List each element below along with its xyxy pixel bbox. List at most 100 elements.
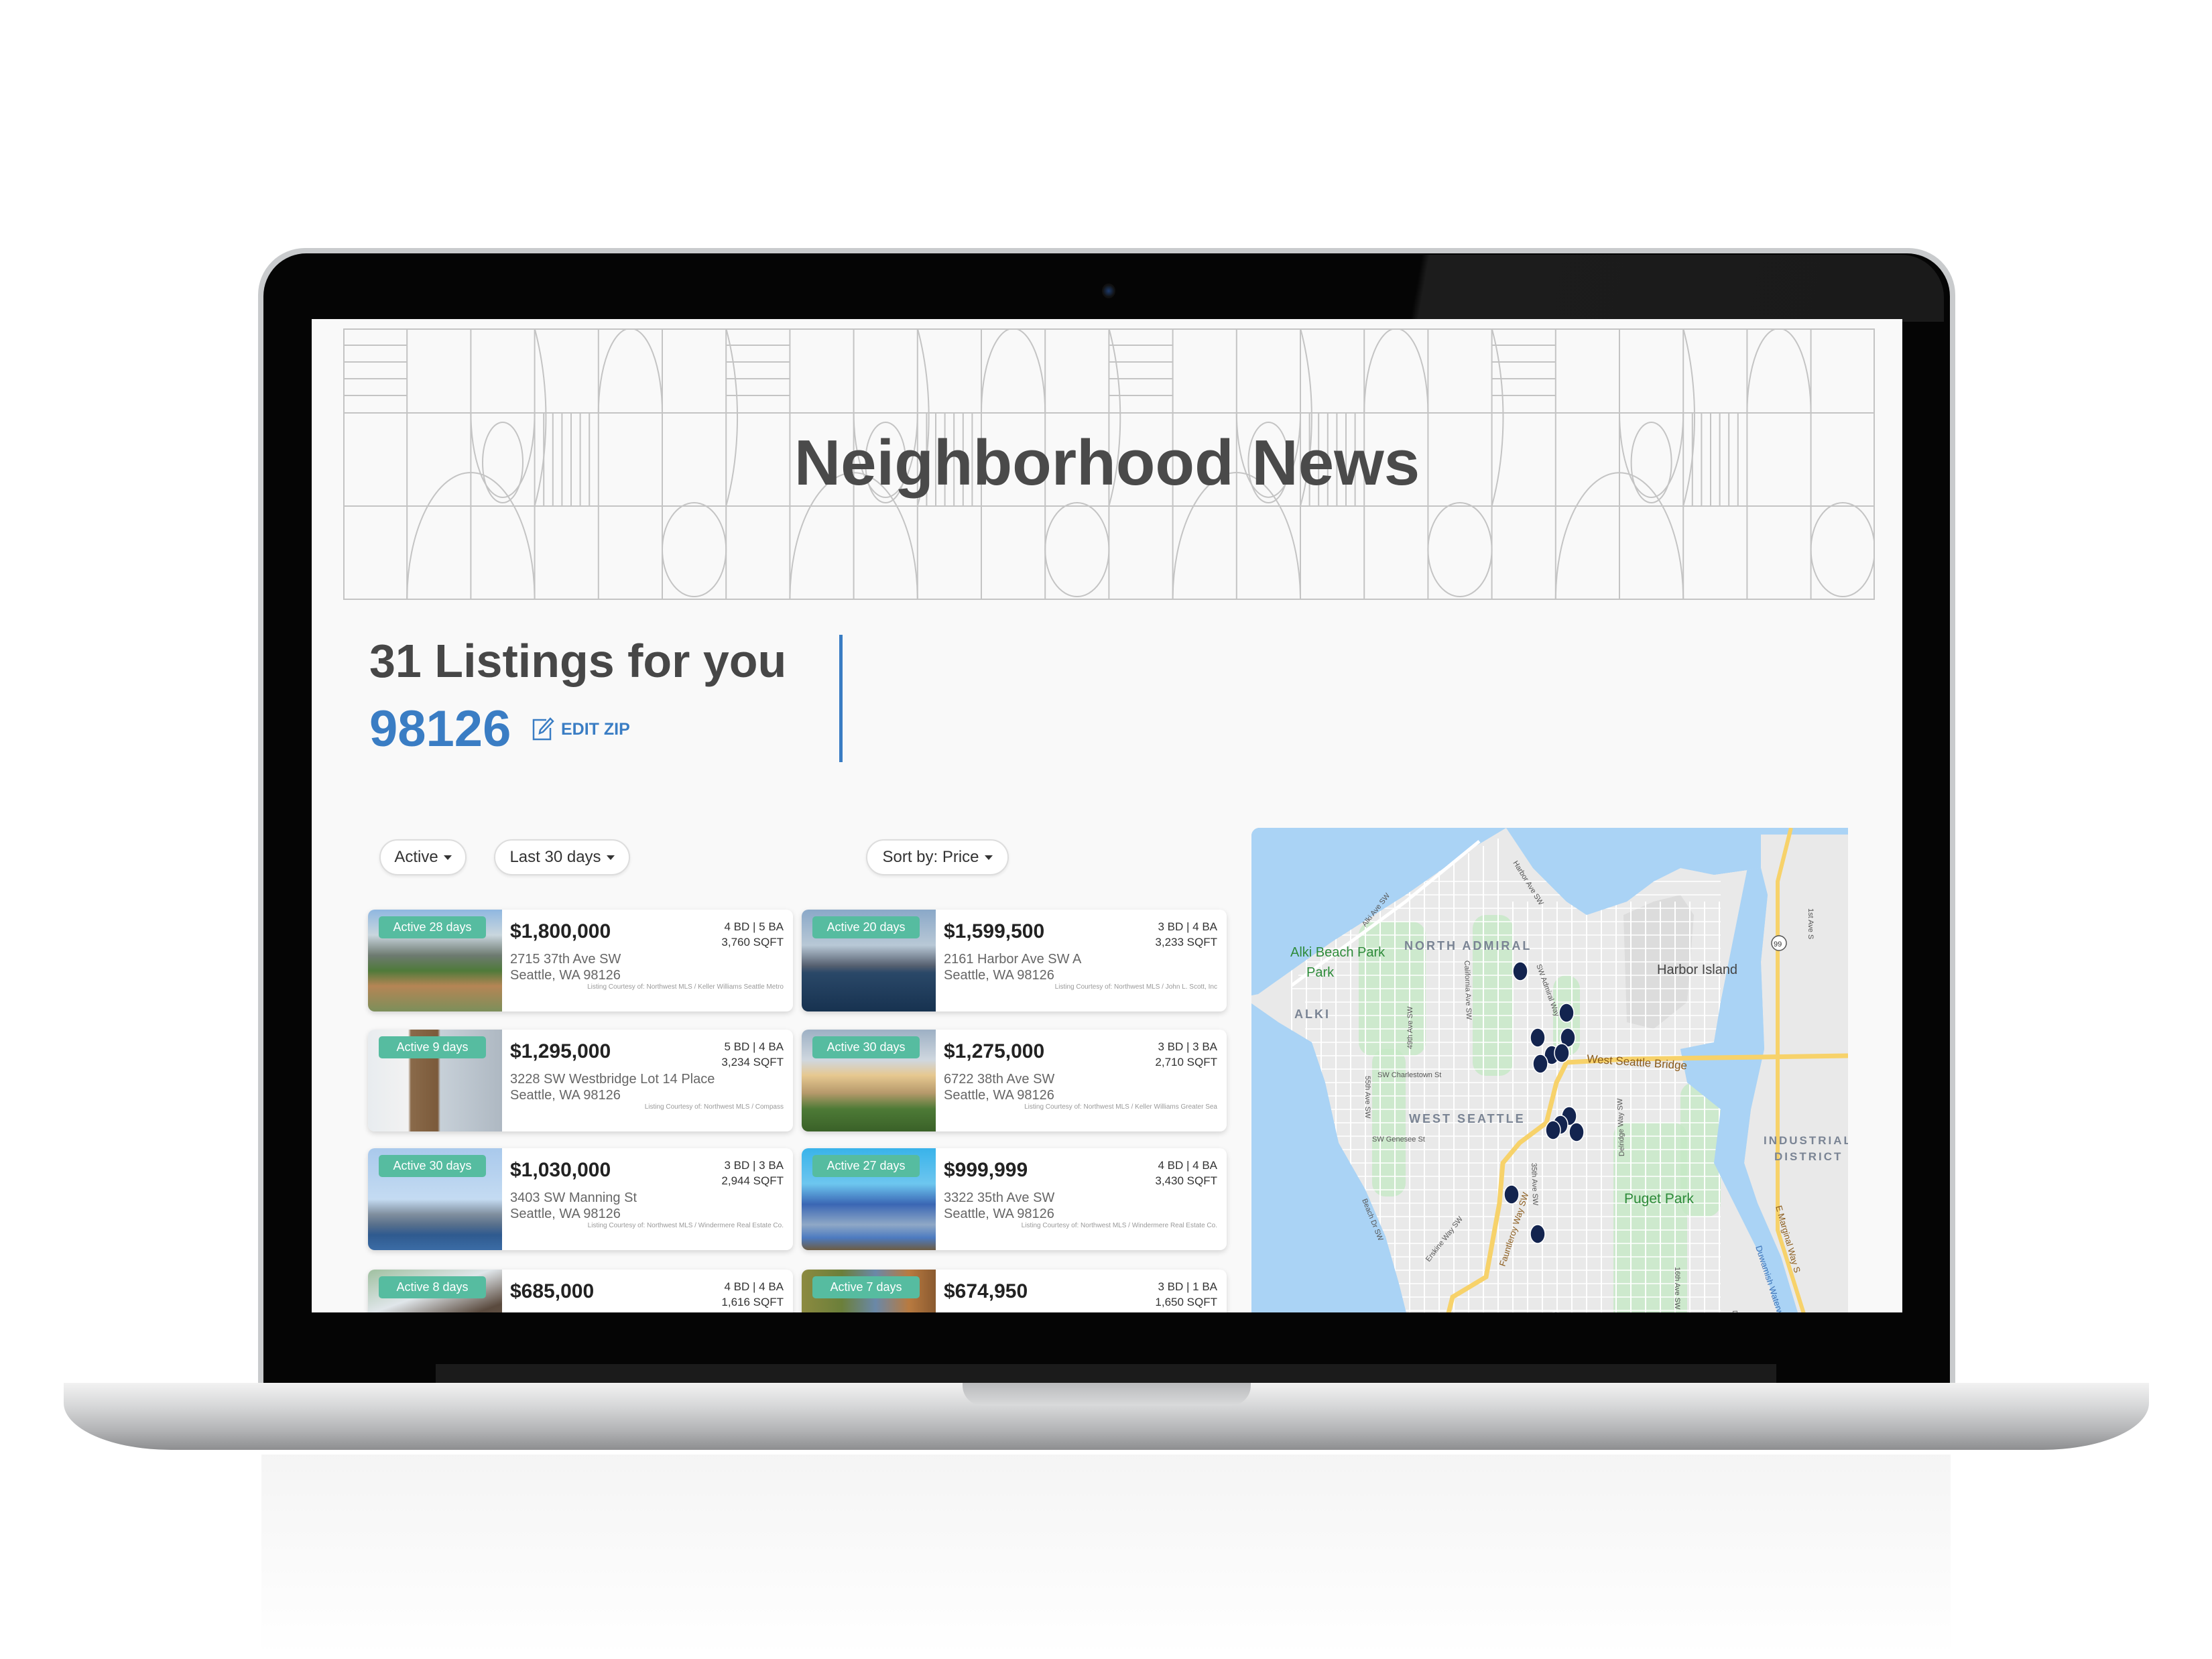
sqft: 3,234 SQFT <box>721 1056 784 1068</box>
listing-courtesy: Listing Courtesy of: Northwest MLS / Com… <box>644 1103 784 1111</box>
map-label: NORTH ADMIRAL <box>1404 939 1532 953</box>
listing-specs: 5 BD | 4 BA 3,234 SQFT <box>721 1039 784 1070</box>
laptop-notch <box>963 1383 1251 1406</box>
status-filter-dropdown[interactable]: Active <box>379 839 467 875</box>
address-line-2: Seattle, WA 98126 <box>944 968 1054 983</box>
listing-specs: 4 BD | 4 BA 3,430 SQFT <box>1155 1158 1217 1188</box>
period-filter-dropdown[interactable]: Last 30 days <box>494 839 630 875</box>
listing-address: 3228 SW Westbridge Lot 14 Place Seattle, … <box>510 1071 715 1103</box>
listing-card[interactable]: Active 9 days $1,295,000 5 BD | 4 BA 3,23… <box>368 1030 793 1131</box>
address-line-2: Seattle, WA 98126 <box>944 1207 1054 1221</box>
listing-price: $999,999 <box>944 1159 1028 1181</box>
map-label: INDUSTRIAL <box>1764 1134 1848 1147</box>
beds-baths: 3 BD | 3 BA <box>1158 1040 1217 1053</box>
status-badge: Active 30 days <box>812 1036 920 1058</box>
map-label: 1st Ave S <box>1806 908 1815 939</box>
map-label: Duwamish Trail <box>1731 1310 1739 1312</box>
listing-card[interactable]: Active 20 days $1,599,500 3 BD | 4 BA 3,2… <box>802 910 1227 1011</box>
address-line-1: 3403 SW Manning St <box>510 1190 637 1205</box>
map-marker[interactable] <box>1503 1184 1520 1205</box>
map-label: 35th Ave SW <box>1530 1163 1539 1206</box>
address-line-2: Seattle, WA 98126 <box>944 1088 1054 1103</box>
map-label: 16th Ave SW <box>1673 1267 1681 1310</box>
listing-courtesy: Listing Courtesy of: Northwest MLS / Win… <box>1021 1222 1217 1229</box>
screen: Neighborhood News 31 Listings for you 98… <box>312 319 1902 1312</box>
address-line-1: 3322 35th Ave SW <box>944 1190 1055 1205</box>
map-marker[interactable] <box>1558 1003 1575 1023</box>
map-label: SW Charlestown St <box>1377 1071 1441 1079</box>
address-line-1: 2161 Harbor Ave SW A <box>944 952 1082 967</box>
map-label: 55th Ave SW <box>1363 1076 1371 1119</box>
edit-zip-button[interactable]: EDIT ZIP <box>532 717 630 741</box>
listing-card[interactable]: Active 28 days $1,800,000 4 BD | 5 BA 3,7… <box>368 910 793 1011</box>
map-marker[interactable] <box>1545 1120 1561 1140</box>
address-line-2: Seattle, WA 98126 <box>510 1088 621 1103</box>
map-marker[interactable] <box>1530 1224 1546 1244</box>
sqft: 3,430 SQFT <box>1155 1174 1217 1187</box>
beds-baths: 4 BD | 4 BA <box>1158 1159 1217 1172</box>
beds-baths: 3 BD | 1 BA <box>1158 1280 1217 1293</box>
caret-down-icon <box>443 855 452 860</box>
listing-address: 6722 38th Ave SW Seattle, WA 98126 <box>944 1071 1054 1103</box>
address-line-2: Seattle, WA 98126 <box>510 1207 621 1221</box>
period-filter-value: Last 30 days <box>509 848 601 866</box>
status-filter-value: Active <box>394 848 438 866</box>
beds-baths: 3 BD | 4 BA <box>1158 920 1217 933</box>
map-label: 99 <box>1774 940 1782 948</box>
address-line-1: 6722 38th Ave SW <box>944 1072 1055 1087</box>
laptop-hinge <box>436 1364 1776 1383</box>
address-line-2: Seattle, WA 98126 <box>510 968 621 983</box>
map-label: WEST SEATTLE <box>1409 1112 1526 1125</box>
sqft: 2,944 SQFT <box>721 1174 784 1187</box>
map-label: Puget Park <box>1624 1191 1694 1207</box>
beds-baths: 4 BD | 5 BA <box>724 920 784 933</box>
zip-code: 98126 <box>369 700 511 757</box>
status-badge: Active 30 days <box>379 1155 486 1177</box>
listing-card[interactable]: Active 7 days $674,950 3 BD | 1 BA 1,650 … <box>802 1270 1227 1312</box>
status-badge: Active 28 days <box>379 916 486 938</box>
listing-specs: 3 BD | 4 BA 3,233 SQFT <box>1155 919 1217 950</box>
map-marker[interactable] <box>1512 961 1528 981</box>
sort-dropdown[interactable]: Sort by: Price <box>866 839 1009 875</box>
address-line-1: 2715 37th Ave SW <box>510 952 621 967</box>
status-badge: Active 20 days <box>812 916 920 938</box>
listing-price: $674,950 <box>944 1280 1028 1302</box>
sqft: 2,710 SQFT <box>1155 1056 1217 1068</box>
address-line-1: 3228 SW Westbridge Lot 14 Place <box>510 1072 715 1087</box>
status-badge: Active 9 days <box>379 1036 486 1058</box>
listing-card[interactable]: Active 30 days $1,275,000 3 BD | 3 BA 2,7… <box>802 1030 1227 1131</box>
map-label: ALKI <box>1294 1007 1331 1021</box>
listing-price: $1,030,000 <box>510 1159 611 1181</box>
beds-baths: 3 BD | 3 BA <box>724 1159 784 1172</box>
divider <box>839 635 843 762</box>
map-marker[interactable] <box>1530 1028 1546 1048</box>
listing-specs: 4 BD | 4 BA 1,616 SQFT <box>721 1279 784 1310</box>
edit-zip-label: EDIT ZIP <box>561 719 630 739</box>
listing-courtesy: Listing Courtesy of: Northwest MLS / Win… <box>587 1222 784 1229</box>
listing-specs: 4 BD | 5 BA 3,760 SQFT <box>721 919 784 950</box>
map-label: DISTRICT <box>1774 1150 1843 1163</box>
map-label: 49th Ave SW <box>1406 1006 1414 1049</box>
camera-icon <box>1102 284 1115 298</box>
sqft: 3,760 SQFT <box>721 936 784 948</box>
listing-card[interactable]: Active 30 days $1,030,000 3 BD | 3 BA 2,9… <box>368 1148 793 1250</box>
status-badge: Active 27 days <box>812 1155 920 1177</box>
page-title: Neighborhood News <box>794 427 1420 499</box>
map-marker[interactable] <box>1532 1054 1548 1074</box>
bezel-reflection <box>1193 255 1944 322</box>
listing-address: 2161 Harbor Ave SW A Seattle, WA 98126 <box>944 951 1081 983</box>
map-label: Harbor Island <box>1657 963 1737 977</box>
listing-card[interactable]: Active 8 days $685,000 4 BD | 4 BA 1,616 … <box>368 1270 793 1312</box>
listing-price: $685,000 <box>510 1280 595 1302</box>
sqft: 3,233 SQFT <box>1155 936 1217 948</box>
laptop-reflection <box>261 1455 1951 1656</box>
listing-card[interactable]: Active 27 days $999,999 4 BD | 4 BA 3,430… <box>802 1148 1227 1250</box>
map-marker[interactable] <box>1569 1122 1585 1142</box>
listing-price: $1,275,000 <box>944 1040 1045 1062</box>
listing-address: 2715 37th Ave SW Seattle, WA 98126 <box>510 951 621 983</box>
map-label: Park <box>1306 965 1335 980</box>
map-marker[interactable] <box>1554 1043 1570 1063</box>
map[interactable]: Alki Beach Park Park NORTH ADMIRAL ALKI Harb… <box>1251 828 1848 1312</box>
listing-courtesy: Listing Courtesy of: Northwest MLS / Kel… <box>1024 1103 1217 1111</box>
listing-address: 3322 35th Ave SW Seattle, WA 98126 <box>944 1190 1054 1222</box>
